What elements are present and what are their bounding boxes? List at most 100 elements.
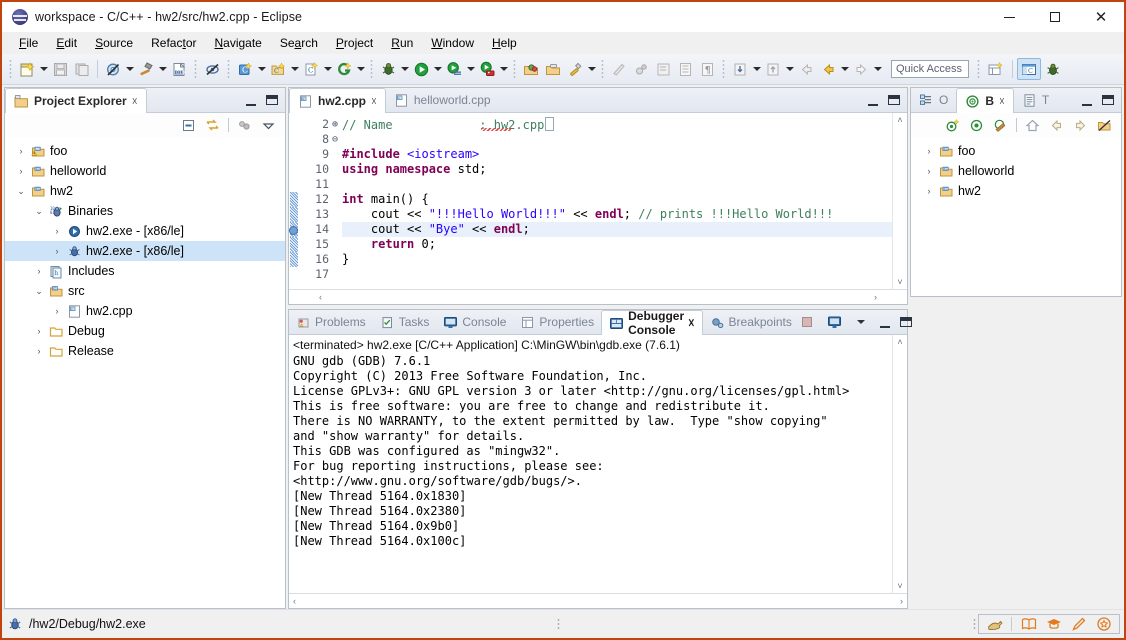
menu-edit[interactable]: Edit	[47, 34, 86, 52]
editor-scroll-right[interactable]: ›	[874, 292, 877, 302]
twisty-icon[interactable]: ›	[49, 306, 65, 316]
cpp-perspective-icon[interactable]: C	[1017, 58, 1041, 80]
menu-help[interactable]: Help	[483, 34, 526, 52]
editor-scroll-left[interactable]: ‹	[319, 292, 322, 302]
minimize-icon[interactable]	[880, 326, 890, 328]
editor-change-ruler[interactable]	[289, 113, 303, 289]
forward-dropdown[interactable]	[872, 58, 883, 80]
outline-tab-O[interactable]: O	[911, 88, 956, 112]
menu-run[interactable]: Run	[382, 34, 422, 52]
console-scroll-right[interactable]: ›	[900, 596, 903, 606]
toolbar-grip[interactable]	[8, 60, 13, 78]
new-c-source-file-icon[interactable]: C	[300, 58, 322, 80]
console-tab-problems[interactable]: Problems	[289, 310, 373, 334]
maximize-icon[interactable]	[266, 95, 278, 105]
back-dropdown[interactable]	[839, 58, 850, 80]
editor-horizontal-scrollbar[interactable]: ‹ ›	[289, 289, 907, 304]
twisty-icon[interactable]: ›	[49, 246, 65, 256]
tab-project-explorer[interactable]: Project Explorer ☓	[5, 88, 147, 113]
editor-scroll-down[interactable]: ˅	[897, 277, 902, 287]
back-icon[interactable]	[1048, 117, 1065, 134]
twisty-icon[interactable]: ›	[31, 346, 47, 356]
maximize-icon[interactable]	[888, 95, 900, 105]
folding-marker[interactable]: ⊖	[332, 132, 342, 147]
open-perspective-icon[interactable]	[984, 58, 1008, 80]
code-line[interactable]: }	[342, 252, 907, 267]
previous-annotation-dropdown[interactable]	[784, 58, 795, 80]
close-icon[interactable]: ☓	[371, 95, 377, 108]
toolbar-grip-2[interactable]	[193, 60, 198, 78]
next-annotation-icon[interactable]	[729, 58, 751, 80]
outline-tab-T[interactable]: T	[1014, 88, 1057, 112]
tree-item-hw2[interactable]: ⌄Chw2	[5, 181, 285, 201]
build-target-icon[interactable]	[992, 117, 1009, 134]
menu-navigate[interactable]: Navigate	[205, 34, 270, 52]
new-c-class-icon[interactable]: C	[234, 58, 256, 80]
new-cdt-icon[interactable]	[333, 58, 355, 80]
build-target-item-hw2[interactable]: ›Chw2	[911, 181, 1121, 201]
menu-project[interactable]: Project	[327, 34, 382, 52]
view-menu-icon[interactable]	[260, 117, 277, 134]
toolbar-grip-8[interactable]	[976, 60, 981, 78]
minimize-icon[interactable]	[246, 104, 256, 106]
run-dropdown[interactable]	[432, 58, 443, 80]
book-icon[interactable]	[1020, 616, 1037, 633]
code-line[interactable]: cout << "!!!Hello World!!!" << endl; // …	[342, 207, 907, 222]
menu-search[interactable]: Search	[271, 34, 327, 52]
add-build-target-icon[interactable]	[944, 117, 961, 134]
new-cdt-dropdown[interactable]	[355, 58, 366, 80]
tree-item-includes[interactable]: ›hIncludes	[5, 261, 285, 281]
home-icon[interactable]	[1024, 117, 1041, 134]
maximize-button[interactable]	[1032, 2, 1078, 32]
toolbar-grip-5[interactable]	[512, 60, 517, 78]
console-scroll-left[interactable]: ‹	[293, 596, 296, 606]
menu-refactor[interactable]: Refactor	[142, 34, 205, 52]
show-whitespace-icon[interactable]	[674, 58, 696, 80]
console-tab-debugger-console[interactable]: Debugger Console☓	[601, 310, 702, 335]
search-dropdown[interactable]	[586, 58, 597, 80]
pencil-icon[interactable]	[1070, 616, 1087, 633]
code-line[interactable]: return 0;	[342, 237, 907, 252]
tree-item-binaries[interactable]: ⌄1001Binaries	[5, 201, 285, 221]
toolbar-grip-6[interactable]	[600, 60, 605, 78]
twisty-icon[interactable]: ›	[31, 326, 47, 336]
twisty-icon[interactable]: ›	[13, 166, 29, 176]
toolbar-grip-7[interactable]	[721, 60, 726, 78]
new-source-dropdown[interactable]	[322, 58, 333, 80]
run-last-dropdown[interactable]	[465, 58, 476, 80]
new-wizard-dropdown[interactable]	[38, 58, 49, 80]
new-wizard-icon[interactable]	[16, 58, 38, 80]
code-line[interactable]: using namespace std;	[342, 162, 907, 177]
build-target-item-helloworld[interactable]: ›Chelloworld	[911, 161, 1121, 181]
toggle-word-wrap-icon[interactable]: ¶	[696, 58, 718, 80]
toggle-block-select-icon[interactable]	[652, 58, 674, 80]
tree-item-helloworld[interactable]: ›Chelloworld	[5, 161, 285, 181]
folding-marker[interactable]: ⊕	[332, 117, 342, 132]
editor-code[interactable]: // Name : hw2.cpp #include <iostream>usi…	[342, 113, 907, 289]
open-type-icon[interactable]	[520, 58, 542, 80]
external-tools-dropdown[interactable]	[498, 58, 509, 80]
toggle-mark-occurrences-icon[interactable]	[201, 58, 223, 80]
twisty-icon[interactable]: ›	[921, 166, 937, 176]
debug-dropdown[interactable]	[399, 58, 410, 80]
terminate-icon[interactable]	[799, 314, 816, 331]
console-tab-tasks[interactable]: Tasks	[373, 310, 437, 334]
editor-scroll-up[interactable]: ˄	[897, 115, 902, 125]
outline-tab-B[interactable]: B☓	[956, 88, 1014, 113]
code-line[interactable]	[342, 177, 907, 192]
editor-folding-ruler[interactable]: ⊕⊖	[332, 113, 342, 289]
tree-item-hw2-exe-x86-le[interactable]: ›hw2.exe - [x86/le]	[5, 241, 285, 261]
new-c-project-icon[interactable]: C	[267, 58, 289, 80]
collapse-all-icon[interactable]	[180, 117, 197, 134]
quick-access-input[interactable]: Quick Access	[891, 60, 969, 78]
build-target-item-foo[interactable]: ›Cfoo	[911, 141, 1121, 161]
close-icon[interactable]: ☓	[999, 95, 1005, 108]
code-line[interactable]: cout << "Bye" << endl;	[342, 222, 907, 237]
twisty-icon[interactable]: ›	[31, 266, 47, 276]
skip-all-breakpoints-icon[interactable]	[102, 58, 124, 80]
twisty-icon[interactable]: ›	[49, 226, 65, 236]
code-line[interactable]	[342, 267, 907, 282]
debug-icon[interactable]	[377, 58, 399, 80]
writable-icon[interactable]	[986, 616, 1003, 633]
console-tab-console[interactable]: Console	[436, 310, 513, 334]
